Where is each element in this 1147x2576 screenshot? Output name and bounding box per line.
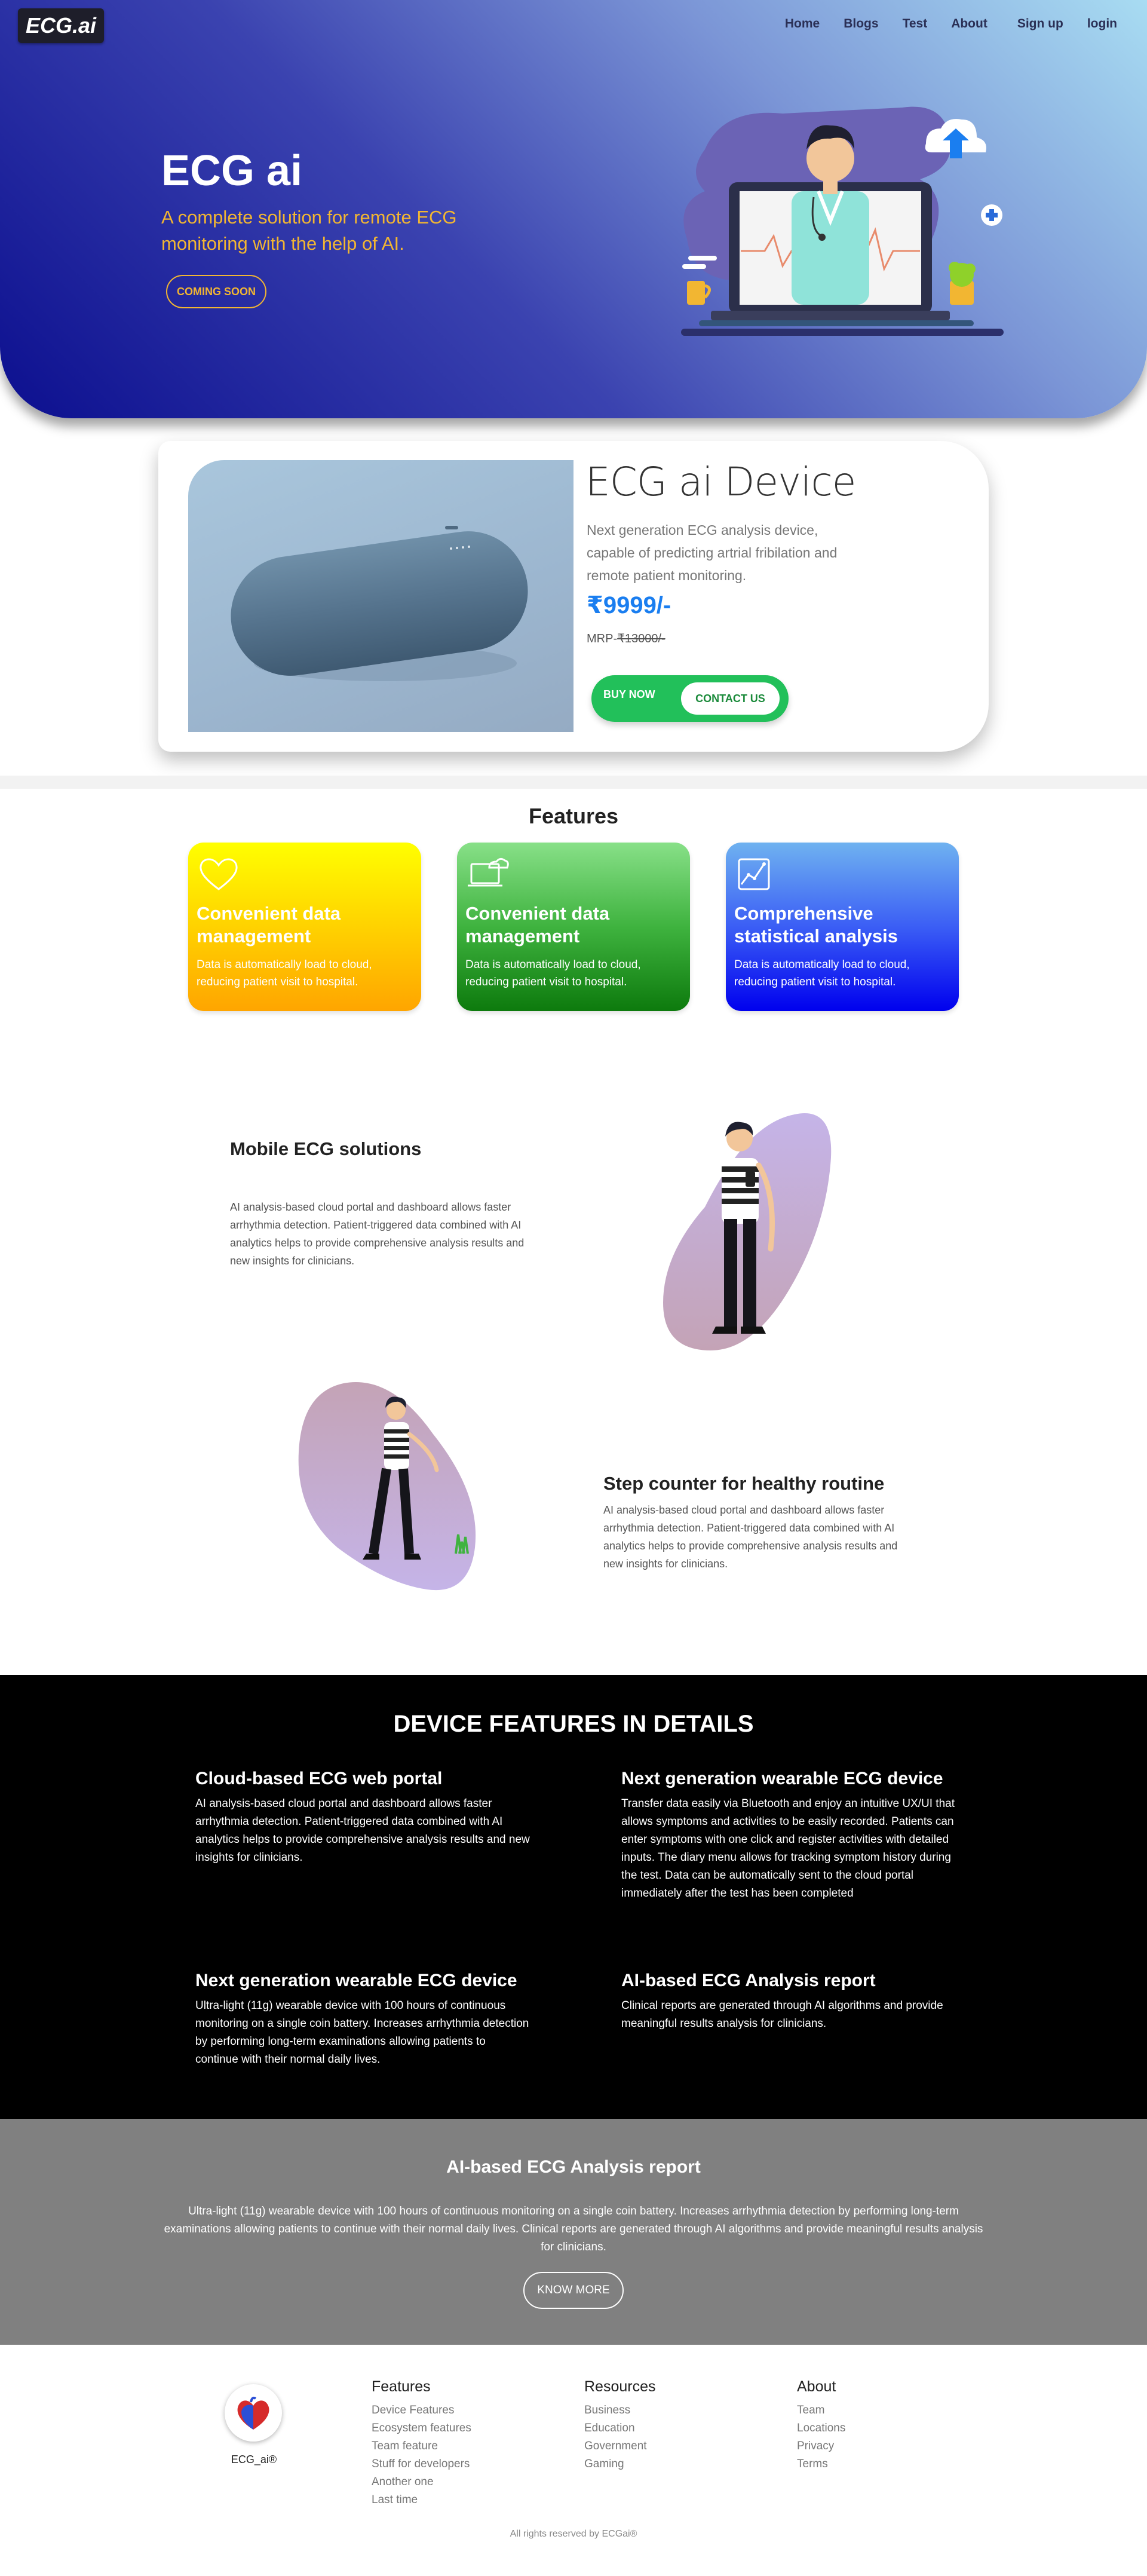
footer-link[interactable]: Terms	[797, 2455, 845, 2473]
know-more-button[interactable]: KNOW MORE	[523, 2272, 624, 2309]
device-title: ECG ai Device	[585, 459, 856, 505]
nav-test[interactable]: Test	[903, 17, 928, 31]
footer-link[interactable]: Locations	[797, 2419, 845, 2437]
footer-column-about: About Team Locations Privacy Terms	[797, 2378, 845, 2473]
laptop-cloud-icon	[468, 857, 509, 887]
device-feature-title: AI-based ECG Analysis report	[621, 1971, 876, 1990]
hero-title: ECG ai	[161, 147, 303, 195]
feature-card[interactable]: Convenient data management Data is autom…	[188, 843, 421, 1011]
hero-subtitle: A complete solution for remote ECG monit…	[161, 207, 457, 254]
feature-desc: Data is automatically load to cloud, red…	[197, 958, 372, 988]
device-price: ₹9999/-	[587, 592, 671, 618]
device-feature-item: Next generation wearable ECG device Tran…	[621, 1769, 956, 1903]
doctor-laptop-illustration	[681, 106, 1004, 336]
device-feature-item: Next generation wearable ECG device Ultr…	[195, 1971, 530, 2069]
footer-link[interactable]: Device Features	[372, 2402, 471, 2419]
device-feature-desc: Clinical reports are generated through A…	[621, 1999, 943, 2030]
heart-logo-icon	[237, 2396, 269, 2430]
feature-desc: Data is automatically load to cloud, red…	[465, 958, 641, 988]
footer-brand: ECG_ai®	[231, 2454, 277, 2465]
device-description: Next generation ECG analysis device, cap…	[587, 522, 838, 583]
device-feature-desc: AI analysis-based cloud portal and dashb…	[195, 1797, 530, 1864]
person-walking-illustration	[298, 1382, 476, 1591]
solution-title: Step counter for healthy routine	[603, 1473, 885, 1494]
footer-heading: About	[797, 2378, 836, 2395]
footer-link[interactable]: Team feature	[372, 2437, 471, 2455]
nav-login[interactable]: login	[1087, 17, 1117, 31]
footer-column-features: Features Device Features Ecosystem featu…	[372, 2378, 471, 2509]
footer-link[interactable]: Another one	[372, 2473, 471, 2491]
device-mrp: MRP-₹13000/-	[587, 631, 665, 646]
report-desc: Ultra-light (11g) wearable device with 1…	[164, 2205, 983, 2253]
footer-link[interactable]: Team	[797, 2402, 845, 2419]
feature-desc: Data is automatically load to cloud, red…	[734, 958, 910, 988]
solution-desc: AI analysis-based cloud portal and dashb…	[230, 1201, 525, 1267]
footer-heading: Resources	[584, 2378, 656, 2395]
feature-title: Convenient data management	[197, 903, 341, 947]
device-card: ECG ai Device Next generation ECG analys…	[158, 441, 989, 752]
nav-home[interactable]: Home	[785, 17, 820, 31]
heart-icon	[200, 858, 238, 890]
device-feature-item: Cloud-based ECG web portal AI analysis-b…	[195, 1769, 530, 1867]
device-image	[188, 460, 574, 732]
footer-link[interactable]: Ecosystem features	[372, 2419, 471, 2437]
feature-title: Convenient data management	[465, 903, 610, 947]
footer-heading: Features	[372, 2378, 431, 2395]
contact-us-button[interactable]: CONTACT US	[681, 682, 780, 715]
feature-card[interactable]: Convenient data management Data is autom…	[457, 843, 690, 1011]
footer-link[interactable]: Gaming	[584, 2455, 656, 2473]
device-feature-desc: Ultra-light (11g) wearable device with 1…	[195, 1999, 529, 2066]
nav-blogs[interactable]: Blogs	[844, 17, 878, 31]
footer-link[interactable]: Stuff for developers	[372, 2455, 471, 2473]
chart-icon	[738, 858, 770, 890]
solution-title: Mobile ECG solutions	[230, 1138, 422, 1159]
mrp-value: ₹13000/-	[617, 632, 665, 645]
copyright: All rights reserved by ECGai®	[510, 2529, 637, 2539]
feature-title: Comprehensive statistical analysis	[734, 903, 898, 947]
footer-link[interactable]: Last time	[372, 2491, 471, 2509]
device-features-heading: DEVICE FEATURES IN DETAILS	[393, 1711, 754, 1737]
person-phone-illustration	[663, 1113, 832, 1350]
nav-signup[interactable]: Sign up	[1017, 17, 1063, 31]
footer-link[interactable]: Privacy	[797, 2437, 845, 2455]
report-section: AI-based ECG Analysis report Ultra-light…	[0, 2119, 1147, 2345]
footer-link[interactable]: Business	[584, 2402, 656, 2419]
coming-soon-button[interactable]: COMING SOON	[166, 275, 266, 308]
feature-card[interactable]: Comprehensive statistical analysis Data …	[726, 843, 959, 1011]
device-features-section: DEVICE FEATURES IN DETAILS Cloud-based E…	[0, 1675, 1147, 2119]
section-divider	[0, 776, 1147, 789]
nav-about[interactable]: About	[951, 17, 987, 31]
device-feature-title: Next generation wearable ECG device	[621, 1769, 943, 1788]
device-feature-item: AI-based ECG Analysis report Clinical re…	[621, 1971, 956, 2033]
device-feature-desc: Transfer data easily via Bluetooth and e…	[621, 1797, 955, 1900]
hero-section: ECG.ai Home Blogs Test About Sign up log…	[0, 0, 1147, 418]
device-actions: BUY NOW CONTACT US	[591, 675, 789, 722]
solution-desc: AI analysis-based cloud portal and dashb…	[603, 1504, 898, 1570]
footer-link[interactable]: Government	[584, 2437, 656, 2455]
top-nav: Home Blogs Test About Sign up login	[761, 17, 1117, 31]
footer-logo[interactable]	[225, 2384, 282, 2442]
device-feature-title: Next generation wearable ECG device	[195, 1971, 517, 1990]
device-feature-title: Cloud-based ECG web portal	[195, 1769, 443, 1788]
report-title: AI-based ECG Analysis report	[446, 2157, 701, 2177]
footer-link[interactable]: Education	[584, 2419, 656, 2437]
page: ECG.ai Home Blogs Test About Sign up log…	[0, 0, 1147, 2576]
footer-column-resources: Resources Business Education Government …	[584, 2378, 656, 2473]
brand-logo[interactable]: ECG.ai	[18, 8, 104, 43]
features-heading: Features	[528, 804, 619, 828]
mrp-label: MRP-	[587, 632, 618, 645]
buy-now-button[interactable]: BUY NOW	[603, 688, 655, 701]
